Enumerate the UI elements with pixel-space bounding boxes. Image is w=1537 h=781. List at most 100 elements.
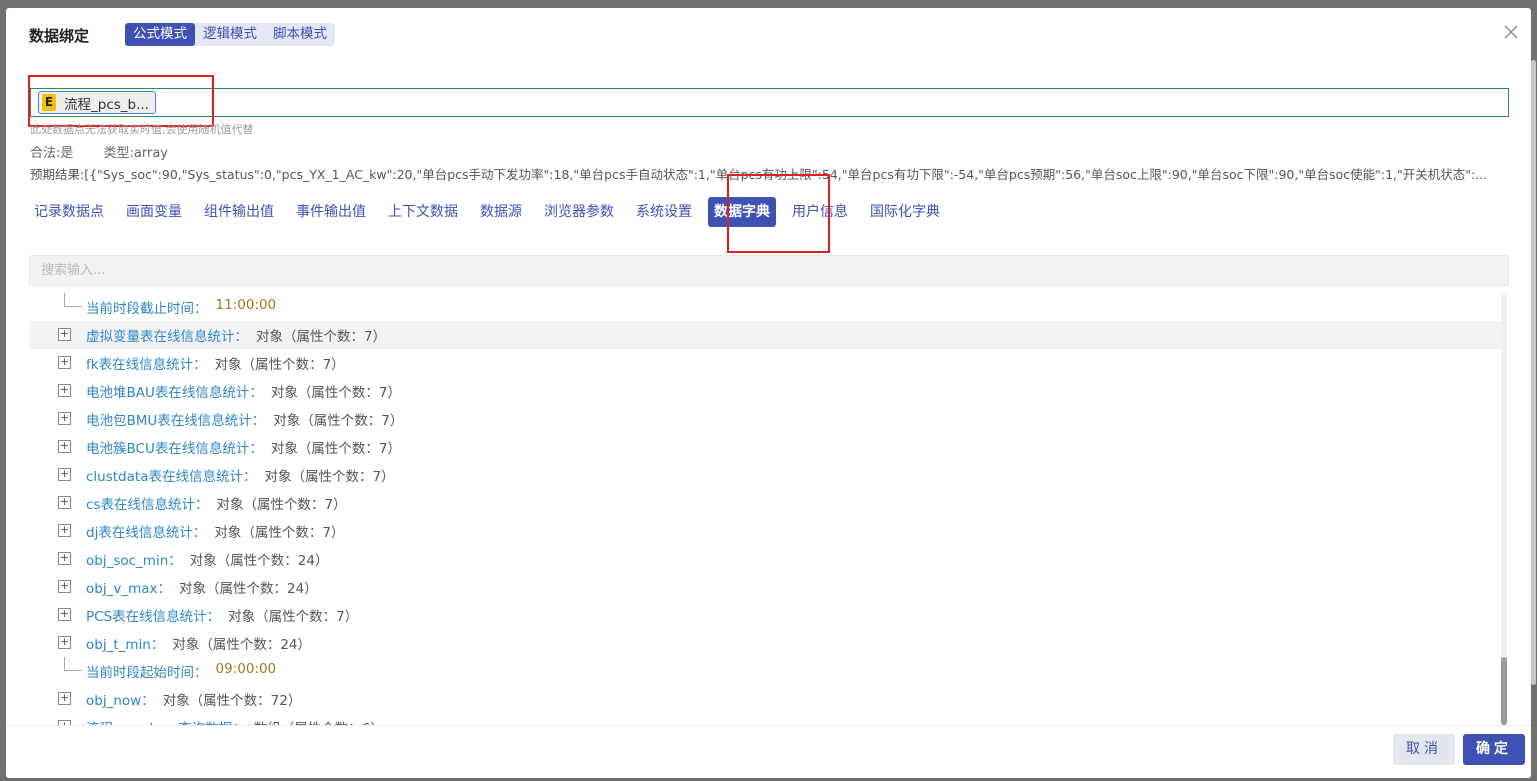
legal-status: 合法:是 (30, 146, 74, 161)
preview-result: 预期结果:[{"Sys_soc":90,"Sys_status":0,"pcs_… (30, 167, 1488, 182)
tree-key: 当前时段截止时间： (86, 301, 208, 317)
tree-row[interactable]: + obj_v_max： 对象（属性个数：24） (29, 573, 1503, 601)
expand-icon[interactable]: + (58, 356, 71, 369)
tree-branch-line (64, 293, 82, 307)
tree-row[interactable]: + fk表在线信息统计： 对象（属性个数：7） (29, 349, 1503, 377)
tab-data-source[interactable]: 数据源 (474, 197, 528, 227)
tree-row-content: obj_t_min： 对象（属性个数：24） (86, 633, 311, 653)
search-input[interactable] (29, 255, 1509, 286)
tree-row-content: obj_soc_min： 对象（属性个数：24） (86, 549, 328, 569)
tab-event-output[interactable]: 事件输出值 (290, 197, 372, 227)
expand-icon[interactable]: + (58, 692, 71, 705)
expand-icon[interactable]: + (58, 608, 71, 621)
tree-value: 对象（属性个数：7） (228, 609, 359, 625)
tree-row-content: 当前时段截止时间： 11:00:00 (86, 297, 276, 317)
tree-row[interactable]: + obj_t_min： 对象（属性个数：24） (29, 629, 1503, 657)
tab-script-mode[interactable]: 脚本模式 (265, 23, 335, 46)
tree-row-content: obj_v_max： 对象（属性个数：24） (86, 577, 318, 597)
tree-row[interactable]: + obj_now： 对象（属性个数：72） (29, 685, 1503, 713)
tree-value: 对象（属性个数：7） (214, 525, 345, 541)
tree-row[interactable]: + 虚拟变量表在线信息统计： 对象（属性个数：7） (29, 321, 1503, 349)
tree-value: 对象（属性个数：24） (189, 553, 329, 569)
tree-row-content: 电池包BMU表在线信息统计： 对象（属性个数：7） (86, 409, 403, 429)
tree-row-content: 当前时段起始时间： 09:00:00 (86, 661, 276, 681)
expand-icon[interactable]: + (58, 328, 71, 341)
expand-icon[interactable]: + (58, 580, 71, 593)
mode-tabs: 公式模式 逻辑模式 脚本模式 (125, 23, 335, 46)
ok-button[interactable]: 确定 (1463, 734, 1525, 765)
tree-key: PCS表在线信息统计： (86, 609, 221, 625)
expand-icon[interactable]: + (58, 440, 71, 453)
tab-user-info[interactable]: 用户信息 (786, 197, 854, 227)
expand-icon[interactable]: + (58, 524, 71, 537)
formula-input[interactable]: E 流程_pcs_b... (30, 88, 1509, 117)
page-scrollbar[interactable] (1531, 60, 1537, 685)
close-icon[interactable] (1503, 24, 1523, 44)
page-scrollbar-thumb[interactable] (1531, 60, 1536, 685)
expand-icon[interactable]: + (58, 384, 71, 397)
tab-formula-mode[interactable]: 公式模式 (125, 23, 195, 46)
tree-row-content: 流程_pcs_bms查询数据： 数组（属性个数：6） (86, 717, 384, 725)
tab-data-dictionary[interactable]: 数据字典 (708, 197, 776, 227)
tree-key: cs表在线信息统计： (86, 497, 209, 513)
tree-key: 电池堆BAU表在线信息统计： (86, 385, 263, 401)
tree-row-content: cs表在线信息统计： 对象（属性个数：7） (86, 493, 347, 513)
tree-key: obj_now： (86, 693, 155, 709)
tree-row[interactable]: 当前时段截止时间： 11:00:00 (29, 293, 1503, 321)
tree-row[interactable]: 当前时段起始时间： 09:00:00 (29, 657, 1503, 685)
tab-component-output[interactable]: 组件输出值 (198, 197, 280, 227)
tree-row-content: obj_now： 对象（属性个数：72） (86, 689, 301, 709)
dialog-title: 数据绑定 (29, 27, 90, 45)
expression-badge: E (42, 94, 56, 111)
source-tabs: 记录数据点 画面变量 组件输出值 事件输出值 上下文数据 数据源 浏览器参数 系… (28, 197, 956, 227)
dialog-header: 数据绑定 公式模式 逻辑模式 脚本模式 (6, 8, 1531, 66)
tree-row[interactable]: +流程_pcs_bms查询数据：数组（属性个数：6） (29, 713, 1503, 725)
chip-label: 流程_pcs_b... (64, 96, 149, 113)
expand-icon[interactable]: + (58, 552, 71, 565)
tree-row[interactable]: + cs表在线信息统计： 对象（属性个数：7） (29, 489, 1503, 517)
tree-row-content: 电池簇BCU表在线信息统计： 对象（属性个数：7） (86, 437, 401, 457)
tab-i18n-dictionary[interactable]: 国际化字典 (864, 197, 946, 227)
tree-value: 09:00:00 (215, 661, 277, 677)
tree-key: 电池包BMU表在线信息统计： (86, 413, 266, 429)
tree-value: 对象（属性个数：72） (162, 693, 302, 709)
tree-value: 对象（属性个数：7） (214, 357, 345, 373)
tree-row-content: fk表在线信息统计： 对象（属性个数：7） (86, 353, 345, 373)
tree-key: obj_v_max： (86, 581, 171, 597)
expand-icon[interactable]: + (58, 496, 71, 509)
cancel-button[interactable]: 取消 (1393, 734, 1455, 765)
tab-screen-variables[interactable]: 画面变量 (120, 197, 188, 227)
tree-row-content: PCS表在线信息统计： 对象（属性个数：7） (86, 605, 358, 625)
tab-context-data[interactable]: 上下文数据 (382, 197, 464, 227)
expand-icon[interactable]: + (58, 636, 71, 649)
tree-value: 数组（属性个数：6） (254, 717, 384, 725)
tab-system-settings[interactable]: 系统设置 (630, 197, 698, 227)
validation-row: 合法:是 类型:array (30, 142, 194, 161)
scrollbar-thumb[interactable] (1501, 657, 1507, 725)
data-binding-dialog: 数据绑定 公式模式 逻辑模式 脚本模式 E 流程_pcs_b... 此处数据点无… (6, 8, 1531, 778)
tree-row[interactable]: + 电池堆BAU表在线信息统计： 对象（属性个数：7） (29, 377, 1503, 405)
tree-row[interactable]: + dj表在线信息统计： 对象（属性个数：7） (29, 517, 1503, 545)
tree-key: 流程_pcs_bms查询数据： (86, 717, 246, 725)
tree-row[interactable]: + obj_soc_min： 对象（属性个数：24） (29, 545, 1503, 573)
tree-row[interactable]: + 电池包BMU表在线信息统计： 对象（属性个数：7） (29, 405, 1503, 433)
expand-icon[interactable]: + (58, 468, 71, 481)
tree-scrollbar[interactable] (1501, 295, 1507, 725)
tree-key: dj表在线信息统计： (86, 525, 207, 541)
tree-row[interactable]: + 电池簇BCU表在线信息统计： 对象（属性个数：7） (29, 433, 1503, 461)
tab-logic-mode[interactable]: 逻辑模式 (195, 23, 265, 46)
tree-key: obj_soc_min： (86, 553, 182, 569)
tab-browser-params[interactable]: 浏览器参数 (538, 197, 620, 227)
tree-value: 11:00:00 (215, 297, 277, 313)
dictionary-tree: 当前时段截止时间： 11:00:00 + 虚拟变量表在线信息统计： 对象（属性个数：7）… (29, 293, 1503, 725)
tree-key: fk表在线信息统计： (86, 357, 207, 373)
tree-row-content: 虚拟变量表在线信息统计： 对象（属性个数：7） (86, 325, 386, 345)
tree-row[interactable]: + clustdata表在线信息统计： 对象（属性个数：7） (29, 461, 1503, 489)
tree-value: 对象（属性个数：7） (270, 385, 401, 401)
tree-row-content: clustdata表在线信息统计： 对象（属性个数：7） (86, 465, 395, 485)
tab-record-points[interactable]: 记录数据点 (28, 197, 110, 227)
expand-icon[interactable]: + (58, 412, 71, 425)
dialog-footer: 取消 确定 (6, 725, 1531, 778)
tree-row[interactable]: + PCS表在线信息统计： 对象（属性个数：7） (29, 601, 1503, 629)
data-point-chip[interactable]: E 流程_pcs_b... (38, 91, 156, 114)
